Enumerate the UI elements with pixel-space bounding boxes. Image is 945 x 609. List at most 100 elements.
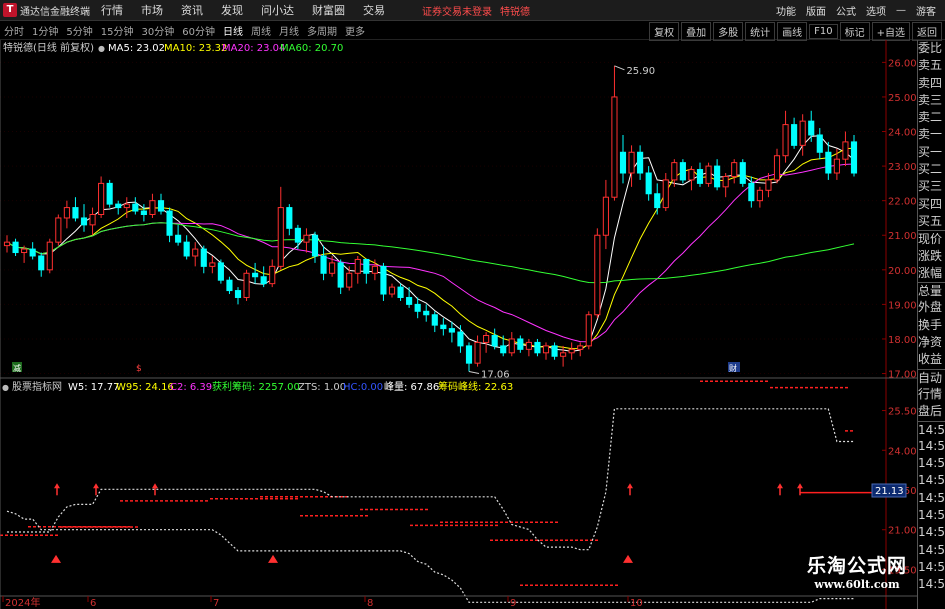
signal-triangle-icon[interactable] bbox=[268, 554, 278, 563]
candle[interactable] bbox=[602, 179, 609, 250]
candle[interactable] bbox=[320, 245, 327, 281]
candle[interactable] bbox=[183, 235, 190, 260]
candle[interactable] bbox=[29, 242, 36, 260]
candle[interactable] bbox=[217, 259, 224, 284]
period-1min[interactable]: 1分钟 bbox=[28, 23, 62, 38]
price-chart[interactable]: 特锐德(日线 前复权) ● MA5: 23.02 MA10: 23.32 MA2… bbox=[0, 40, 917, 609]
candle[interactable] bbox=[149, 193, 156, 218]
candle[interactable] bbox=[303, 228, 310, 253]
finance-mark-label[interactable]: 财 bbox=[729, 363, 737, 373]
overlay-button[interactable]: 叠加 bbox=[681, 21, 712, 41]
menu-item-wealth[interactable]: 财富圈 bbox=[303, 2, 354, 18]
candle[interactable] bbox=[542, 342, 550, 360]
side-panel-item[interactable]: 卖五 bbox=[918, 57, 945, 74]
period-weekly[interactable]: 周线 bbox=[247, 23, 275, 38]
side-panel-item[interactable]: 14:50 bbox=[918, 559, 945, 576]
candle[interactable] bbox=[799, 114, 806, 156]
candle[interactable] bbox=[55, 214, 62, 246]
candle[interactable] bbox=[833, 148, 840, 180]
candle[interactable] bbox=[696, 162, 704, 187]
buy-arrow-icon[interactable] bbox=[627, 483, 633, 496]
buy-arrow-icon[interactable] bbox=[777, 483, 783, 496]
menu-item-function[interactable]: 功能 bbox=[771, 3, 801, 18]
candle[interactable] bbox=[568, 342, 575, 360]
side-panel-item[interactable]: 买四 bbox=[918, 196, 945, 213]
candle[interactable] bbox=[457, 325, 464, 353]
candle[interactable] bbox=[825, 141, 832, 180]
period-60min[interactable]: 60分钟 bbox=[178, 23, 219, 38]
candle[interactable] bbox=[89, 207, 96, 236]
candle[interactable] bbox=[645, 166, 652, 201]
candle[interactable] bbox=[731, 159, 738, 184]
candle[interactable] bbox=[209, 255, 216, 274]
candle[interactable] bbox=[483, 332, 490, 353]
candle[interactable] bbox=[80, 204, 88, 232]
candle[interactable] bbox=[192, 242, 199, 267]
candle[interactable] bbox=[791, 117, 798, 149]
candle[interactable] bbox=[722, 173, 729, 198]
candle[interactable] bbox=[850, 134, 858, 177]
candle[interactable] bbox=[714, 159, 721, 191]
candle[interactable] bbox=[243, 269, 250, 301]
side-panel-item[interactable]: 买一 bbox=[918, 144, 945, 161]
multi-stock-button[interactable]: 多股 bbox=[713, 21, 744, 41]
candles[interactable] bbox=[3, 65, 858, 372]
candle[interactable] bbox=[346, 266, 353, 291]
menu-item-ask[interactable]: 问小达 bbox=[252, 2, 303, 18]
period-intraday[interactable]: 分时 bbox=[0, 23, 28, 38]
indicator-toggle-icon[interactable]: ● bbox=[2, 383, 9, 392]
candle[interactable] bbox=[679, 159, 686, 184]
candle[interactable] bbox=[226, 276, 233, 295]
candle[interactable] bbox=[465, 342, 473, 372]
candle[interactable] bbox=[106, 179, 113, 208]
side-panel-item[interactable]: 现价 bbox=[918, 230, 945, 247]
side-panel-item[interactable]: 买五 bbox=[918, 213, 945, 230]
side-panel-item[interactable]: 总量 bbox=[918, 282, 945, 299]
candle[interactable] bbox=[637, 145, 644, 180]
candle[interactable] bbox=[508, 332, 515, 357]
menu-item-news[interactable]: 资讯 bbox=[172, 2, 212, 18]
candle[interactable] bbox=[619, 134, 627, 184]
period-daily[interactable]: 日线 bbox=[219, 23, 247, 38]
candle[interactable] bbox=[200, 245, 207, 274]
candle[interactable] bbox=[337, 259, 344, 295]
dividend-mark[interactable]: $ bbox=[136, 364, 142, 374]
candle[interactable] bbox=[46, 238, 53, 274]
candle[interactable] bbox=[440, 318, 447, 336]
candle[interactable] bbox=[517, 335, 524, 353]
candle[interactable] bbox=[808, 110, 815, 142]
side-panel-item[interactable]: 买三 bbox=[918, 178, 945, 195]
candle[interactable] bbox=[688, 166, 695, 191]
side-panel-item[interactable]: 净资 bbox=[918, 334, 945, 351]
side-panel-item[interactable]: 卖二 bbox=[918, 109, 945, 126]
menu-item-quotes[interactable]: 行情 bbox=[92, 2, 132, 18]
period-more[interactable]: 更多 bbox=[341, 23, 369, 38]
candle[interactable] bbox=[38, 252, 45, 277]
signal-triangle-icon[interactable] bbox=[623, 554, 633, 563]
candle[interactable] bbox=[388, 283, 396, 298]
candle[interactable] bbox=[816, 128, 823, 160]
candle[interactable] bbox=[12, 238, 19, 256]
candle[interactable] bbox=[654, 183, 661, 215]
candle[interactable] bbox=[260, 266, 267, 288]
candle[interactable] bbox=[525, 338, 532, 357]
candle[interactable] bbox=[252, 262, 259, 284]
candle[interactable] bbox=[234, 287, 242, 305]
candle[interactable] bbox=[397, 283, 404, 301]
menu-item-options[interactable]: 选项 bbox=[861, 3, 891, 18]
side-panel-item[interactable]: 换手 bbox=[918, 317, 945, 334]
menu-item-layout[interactable]: 版面 bbox=[801, 3, 831, 18]
side-panel-item[interactable]: 卖一 bbox=[918, 126, 945, 143]
period-15min[interactable]: 15分钟 bbox=[97, 23, 138, 38]
draw-line-button[interactable]: 画线 bbox=[777, 21, 808, 41]
guest-label[interactable]: 游客 bbox=[911, 3, 941, 18]
pane-toggle-icon[interactable]: ● bbox=[98, 44, 105, 53]
candle[interactable] bbox=[773, 148, 781, 184]
candle[interactable] bbox=[277, 186, 284, 270]
candle[interactable] bbox=[705, 162, 712, 187]
candle[interactable] bbox=[611, 65, 618, 201]
candle[interactable] bbox=[63, 200, 70, 229]
candle[interactable] bbox=[448, 321, 455, 343]
candle[interactable] bbox=[175, 224, 182, 246]
candle[interactable] bbox=[756, 186, 763, 208]
